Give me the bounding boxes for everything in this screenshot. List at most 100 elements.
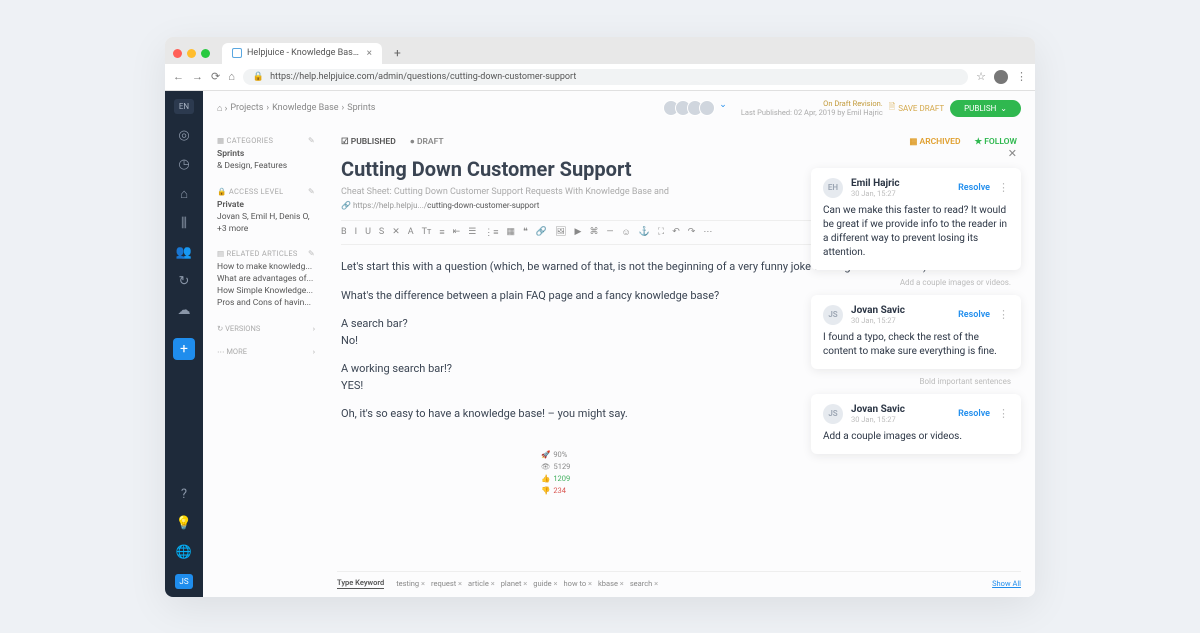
comment-card: JS Jovan Savic 30 Jan, 15:27 Resolve ⋮ A… (811, 394, 1021, 454)
collaborator-avatars[interactable]: ⌄ (663, 100, 727, 116)
draft-tab[interactable]: ● DRAFT (410, 136, 444, 147)
related-article[interactable]: How to make knowledg... (217, 262, 315, 274)
window-max-dot[interactable] (201, 49, 210, 58)
chevron-down-icon: ⌄ (1000, 104, 1007, 113)
tag[interactable]: testing (396, 579, 425, 588)
target-icon[interactable]: ◎ (178, 128, 189, 143)
crumb-sprints[interactable]: Sprints (347, 103, 375, 113)
underline-icon[interactable]: U (365, 227, 371, 238)
comment-card: EH Emil Hajric 30 Jan, 15:27 Resolve ⋮ C… (811, 168, 1021, 270)
related-article[interactable]: Pros and Cons of havin... (217, 298, 315, 310)
fontsize-icon[interactable]: A (408, 227, 414, 238)
analytics-icon[interactable]: ⫼ (181, 216, 187, 231)
reload-icon[interactable]: ⟳ (211, 70, 220, 83)
code-icon[interactable]: ⌘ (589, 227, 598, 238)
topbar: ⌂ › Projects› Knowledge Base› Sprints ⌄ … (203, 91, 1035, 127)
tag[interactable]: guide (533, 579, 557, 588)
show-all-tags[interactable]: Show All (992, 579, 1021, 588)
comment-author: Jovan Savic (851, 404, 905, 415)
italic-icon[interactable]: I (355, 227, 357, 238)
users-icon[interactable]: 👥 (176, 245, 192, 260)
comment-date: 30 Jan, 15:27 (851, 189, 900, 198)
back-icon[interactable]: ← (173, 70, 184, 83)
help-icon[interactable]: ? (181, 487, 187, 502)
ghost-comment: Bold important sentences (811, 377, 1021, 386)
edit-categories-icon[interactable]: ✎ (308, 136, 315, 145)
edit-access-icon[interactable]: ✎ (308, 187, 315, 196)
clear-icon[interactable]: ✕ (392, 227, 400, 238)
hr-icon[interactable]: — (606, 227, 613, 238)
resolve-button[interactable]: Resolve (958, 310, 990, 320)
fullscreen-icon[interactable]: ⛶ (658, 227, 664, 238)
image-icon[interactable]: 🖼 (555, 227, 566, 238)
fontcolor-icon[interactable]: Tт (422, 227, 432, 238)
versions-toggle[interactable]: ↻ VERSIONS› (217, 324, 315, 333)
link-icon[interactable]: 🔗 (536, 227, 547, 238)
tag[interactable]: article (468, 579, 495, 588)
related-article[interactable]: What are advantages of... (217, 274, 315, 286)
resolve-button[interactable]: Resolve (958, 409, 990, 419)
user-badge[interactable]: JS (175, 574, 192, 589)
undo-icon[interactable]: ↶ (672, 227, 680, 238)
save-draft-button[interactable]: 🗎 SAVE DRAFT (889, 101, 944, 115)
home-nav-icon[interactable]: ⌂ (180, 186, 188, 202)
close-tab-icon[interactable]: × (367, 48, 372, 59)
compass-icon[interactable]: ◷ (178, 157, 189, 172)
comment-avatar: EH (823, 178, 843, 198)
tag[interactable]: kbase (598, 579, 624, 588)
globe-icon[interactable]: 🌐 (176, 545, 192, 560)
tag[interactable]: request (431, 579, 462, 588)
crumb-kb[interactable]: Knowledge Base (272, 103, 338, 113)
more-toggle[interactable]: ⋯ MORE› (217, 347, 315, 356)
browser-menu-icon[interactable]: ⋮ (1016, 70, 1027, 83)
comment-menu-icon[interactable]: ⋮ (998, 181, 1009, 194)
quote-icon[interactable]: ❝ (523, 227, 528, 238)
table-icon[interactable]: ▦ (507, 227, 516, 238)
anchor-icon[interactable]: ⚓ (639, 227, 650, 238)
tag-input[interactable]: Type Keyword (337, 578, 384, 589)
revision-info: On Draft Revision. Last Published: 02 Ap… (741, 99, 883, 119)
publish-button[interactable]: PUBLISH ⌄ (950, 100, 1021, 117)
tag[interactable]: planet (501, 579, 528, 588)
follow-button[interactable]: ★ FOLLOW (974, 137, 1017, 147)
new-tab-button[interactable]: + (388, 46, 407, 60)
add-button[interactable]: + (173, 338, 195, 360)
home-icon[interactable]: ⌂ (228, 70, 235, 83)
close-comments-icon[interactable]: ✕ (811, 147, 1021, 160)
window-min-dot[interactable] (187, 49, 196, 58)
comment-menu-icon[interactable]: ⋮ (998, 407, 1009, 420)
home-crumb-icon[interactable]: ⌂ › (217, 103, 227, 114)
window-close-dot[interactable] (173, 49, 182, 58)
bookmark-icon[interactable]: ☆ (976, 70, 986, 83)
bold-icon[interactable]: B (341, 227, 347, 238)
cloud-icon[interactable]: ☁ (178, 303, 191, 318)
resolve-button[interactable]: Resolve (958, 183, 990, 193)
related-article[interactable]: How Simple Knowledge... (217, 286, 315, 298)
browser-tab[interactable]: Helpjuice - Knowledge Base S... × (222, 43, 382, 64)
edit-related-icon[interactable]: ✎ (308, 249, 315, 258)
align-icon[interactable]: ≡ (439, 227, 444, 238)
emoji-icon[interactable]: ☺ (622, 227, 631, 238)
redo-icon[interactable]: ↷ (688, 227, 696, 238)
published-tab[interactable]: ☑ PUBLISHED (341, 137, 396, 147)
numlist-icon[interactable]: ⋮≡ (484, 227, 498, 238)
tag[interactable]: how to (564, 579, 592, 588)
ideas-icon[interactable]: 💡 (176, 516, 192, 531)
comment-menu-icon[interactable]: ⋮ (998, 308, 1009, 321)
language-badge[interactable]: EN (174, 99, 194, 114)
url-bar[interactable]: 🔒 https://help.helpjuice.com/admin/quest… (243, 69, 968, 85)
profile-avatar[interactable] (994, 70, 1008, 84)
strike-icon[interactable]: S (379, 227, 384, 238)
comment-date: 30 Jan, 15:27 (851, 415, 905, 424)
list-icon[interactable]: ☰ (468, 227, 476, 238)
archived-button[interactable]: ▦ ARCHIVED (909, 137, 960, 147)
chevron-down-icon[interactable]: ⌄ (719, 100, 727, 116)
tag[interactable]: search (630, 579, 658, 588)
forward-icon[interactable]: → (192, 70, 203, 83)
more-tools-icon[interactable]: ⋯ (703, 227, 712, 238)
comment-body: Can we make this faster to read? It woul… (823, 204, 1009, 260)
history-icon[interactable]: ↻ (179, 274, 190, 289)
video-icon[interactable]: ▶ (575, 227, 582, 238)
crumb-projects[interactable]: Projects (230, 103, 263, 113)
indent-icon[interactable]: ⇤ (453, 227, 461, 238)
